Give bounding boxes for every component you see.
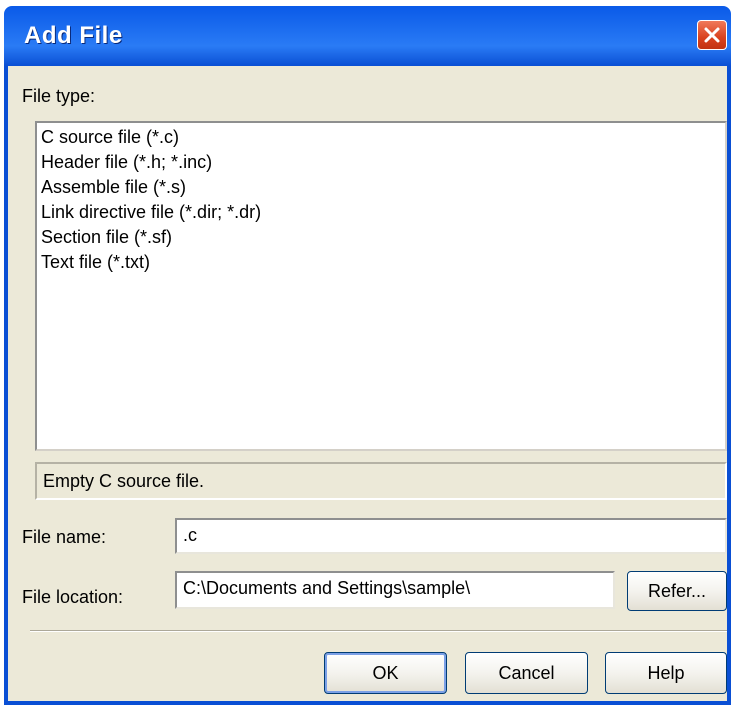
dialog-client-area: File type: C source file (*.c) Header fil… xyxy=(8,66,727,701)
file-location-input[interactable]: C:\Documents and Settings\sample\ xyxy=(175,571,615,609)
file-name-label: File name: xyxy=(22,527,107,547)
title-bar[interactable]: Add File xyxy=(8,6,727,66)
dialog-title: Add File xyxy=(24,22,123,49)
ok-button[interactable]: OK xyxy=(324,652,447,694)
file-type-description: Empty C source file. xyxy=(35,462,727,500)
file-type-label: File type: xyxy=(22,86,95,107)
cancel-button[interactable]: Cancel xyxy=(465,652,588,694)
file-type-list-item[interactable]: Assemble file (*.s) xyxy=(41,175,721,200)
separator xyxy=(30,630,727,632)
file-type-list-item[interactable]: Text file (*.txt) xyxy=(41,250,721,275)
file-type-label-text: File type: xyxy=(22,86,96,106)
help-button[interactable]: Help xyxy=(605,652,727,694)
file-type-list-item[interactable]: Link directive file (*.dir; *.dr) xyxy=(41,200,721,225)
file-type-list[interactable]: C source file (*.c) Header file (*.h; *.i… xyxy=(35,121,727,451)
close-icon xyxy=(704,27,720,43)
file-type-list-item[interactable]: C source file (*.c) xyxy=(41,125,721,150)
add-file-dialog: Add File File type: C source file (*.c) H… xyxy=(4,6,731,705)
refer-button[interactable]: Refer... xyxy=(627,571,727,611)
file-type-list-item[interactable]: Section file (*.sf) xyxy=(41,225,721,250)
close-button[interactable] xyxy=(697,20,727,50)
file-name-input[interactable]: .c xyxy=(175,518,727,554)
file-location-label: File location: xyxy=(22,587,124,607)
file-type-list-item[interactable]: Header file (*.h; *.inc) xyxy=(41,150,721,175)
